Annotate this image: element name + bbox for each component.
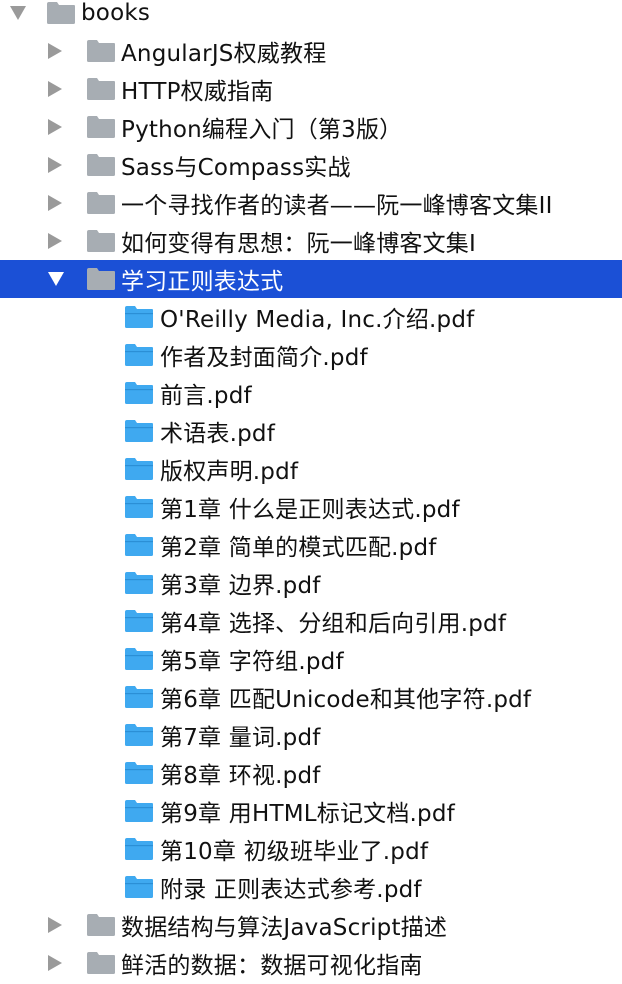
item-label: 数据结构与算法JavaScript描述 [121,915,448,941]
item-label: AngularJS权威教程 [121,41,327,67]
item-label: 第7章 量词.pdf [160,725,321,751]
file-row[interactable]: 附录 正则表达式参考.pdf [0,868,622,906]
folder-blue-icon [124,457,154,481]
item-label: 第5章 字符组.pdf [160,649,344,675]
folder-blue-icon [124,343,154,367]
file-row[interactable]: 第8章 环视.pdf [0,754,622,792]
folder-icon [86,77,116,101]
item-label: 前言.pdf [160,383,252,409]
folder-blue-icon [124,837,154,861]
file-row[interactable]: 前言.pdf [0,374,622,412]
disclosure-down-icon[interactable] [10,6,26,20]
item-label: O'Reilly Media, Inc.介绍.pdf [160,307,475,333]
disclosure-right-icon[interactable] [48,233,62,249]
item-label: 一个寻找作者的读者——阮一峰博客文集II [121,193,553,219]
item-label: 第4章 选择、分组和后向引用.pdf [160,611,507,637]
folder-blue-icon [124,419,154,443]
file-row[interactable]: 版权声明.pdf [0,450,622,488]
file-row[interactable]: 第6章 匹配Unicode和其他字符.pdf [0,678,622,716]
folder-icon [86,913,116,937]
file-row[interactable]: O'Reilly Media, Inc.介绍.pdf [0,298,622,336]
folder-blue-icon [124,875,154,899]
item-label: 第1章 什么是正则表达式.pdf [160,497,460,523]
file-row[interactable]: 第7章 量词.pdf [0,716,622,754]
file-row[interactable]: 第5章 字符组.pdf [0,640,622,678]
folder-icon [86,951,116,975]
disclosure-right-icon[interactable] [48,955,62,971]
folder-blue-icon [124,305,154,329]
disclosure-down-icon[interactable] [48,272,64,286]
item-label: 第8章 环视.pdf [160,763,321,789]
folder-icon [46,1,76,25]
folder-row[interactable]: HTTP权威指南 [0,70,622,108]
folder-row[interactable]: books [0,0,622,32]
item-label: 如何变得有思想：阮一峰博客文集I [121,231,476,257]
folder-row[interactable]: Python编程入门（第3版） [0,108,622,146]
folder-row[interactable]: 数据结构与算法JavaScript描述 [0,906,622,944]
folder-icon [86,115,116,139]
folder-blue-icon [124,533,154,557]
file-row[interactable]: 第1章 什么是正则表达式.pdf [0,488,622,526]
item-label: 术语表.pdf [160,421,276,447]
folder-blue-icon [124,799,154,823]
folder-row[interactable]: 如何变得有思想：阮一峰博客文集I [0,222,622,260]
item-label: Sass与Compass实战 [121,155,351,181]
folder-blue-icon [124,723,154,747]
item-label: 第9章 用HTML标记文档.pdf [160,801,455,827]
folder-icon [86,229,116,253]
disclosure-right-icon[interactable] [48,81,62,97]
item-label: HTTP权威指南 [121,79,274,105]
folder-blue-icon [124,571,154,595]
file-row[interactable]: 第3章 边界.pdf [0,564,622,602]
disclosure-right-icon[interactable] [48,195,62,211]
disclosure-right-icon[interactable] [48,119,62,135]
folder-blue-icon [124,647,154,671]
folder-blue-icon [124,685,154,709]
item-label: 第2章 简单的模式匹配.pdf [160,535,437,561]
file-row[interactable]: 作者及封面简介.pdf [0,336,622,374]
disclosure-right-icon[interactable] [48,917,62,933]
folder-blue-icon [124,609,154,633]
file-row[interactable]: 第9章 用HTML标记文档.pdf [0,792,622,830]
item-label: Python编程入门（第3版） [121,117,403,143]
item-label: 第3章 边界.pdf [160,573,321,599]
folder-icon [86,153,116,177]
file-row[interactable]: 第2章 简单的模式匹配.pdf [0,526,622,564]
item-label: 版权声明.pdf [160,459,299,485]
folder-row[interactable]: 鲜活的数据：数据可视化指南 [0,944,622,982]
file-row[interactable]: 术语表.pdf [0,412,622,450]
folder-blue-icon [124,381,154,405]
file-tree: books AngularJS权威教程 HTTP权威指南 Python编程入门（第3版… [0,0,622,984]
item-label: books [81,0,151,26]
folder-row[interactable]: 学习正则表达式 [0,260,622,298]
item-label: 第10章 初级班毕业了.pdf [160,839,429,865]
folder-row[interactable]: 一个寻找作者的读者——阮一峰博客文集II [0,184,622,222]
folder-row[interactable]: Sass与Compass实战 [0,146,622,184]
item-label: 学习正则表达式 [121,269,284,295]
disclosure-right-icon[interactable] [48,43,62,59]
item-label: 附录 正则表达式参考.pdf [160,877,422,903]
folder-blue-icon [124,761,154,785]
disclosure-right-icon[interactable] [48,157,62,173]
file-row[interactable]: 第4章 选择、分组和后向引用.pdf [0,602,622,640]
folder-icon [86,39,116,63]
folder-blue-icon [124,495,154,519]
item-label: 鲜活的数据：数据可视化指南 [121,953,423,979]
folder-icon [86,267,116,291]
item-label: 第6章 匹配Unicode和其他字符.pdf [160,687,532,713]
folder-icon [86,191,116,215]
item-label: 作者及封面简介.pdf [160,345,368,371]
folder-row[interactable]: AngularJS权威教程 [0,32,622,70]
file-row[interactable]: 第10章 初级班毕业了.pdf [0,830,622,868]
